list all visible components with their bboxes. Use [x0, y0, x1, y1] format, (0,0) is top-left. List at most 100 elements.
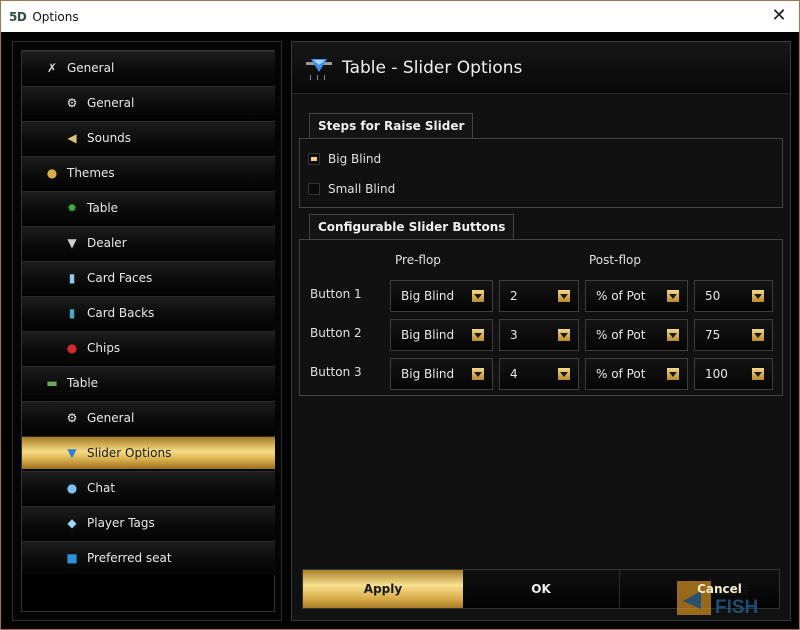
radio-big-blind[interactable]: Big Blind — [308, 152, 381, 166]
radio-indicator[interactable] — [308, 153, 320, 165]
steps-group-box: Big Blind Small Blind — [299, 138, 783, 208]
sidebar-item-card-backs[interactable]: ▮ Card Backs — [22, 296, 275, 330]
sidebar-item-table[interactable]: ✹ Table — [22, 191, 275, 225]
steps-group-title: Steps for Raise Slider — [309, 113, 474, 138]
dropdown-value: 100 — [705, 367, 728, 381]
panel-header: Table - Slider Options — [292, 42, 790, 94]
close-button[interactable]: ✕ — [769, 6, 789, 26]
slider-icon: ▼ — [67, 446, 77, 460]
chevron-down-icon[interactable] — [472, 290, 484, 302]
wrench-screwdriver-icon: ✗ — [46, 61, 58, 75]
chevron-down-icon[interactable] — [752, 329, 764, 341]
palette-icon: ● — [46, 166, 58, 180]
chips-icon: ● — [66, 341, 78, 355]
sidebar-item-chips[interactable]: ● Chips — [22, 331, 275, 365]
preflop-value-dropdown[interactable]: 3 — [499, 319, 579, 351]
postflop-header: Post-flop — [589, 253, 641, 267]
chevron-down-icon[interactable] — [558, 368, 570, 380]
buttons-group-title: Configurable Slider Buttons — [309, 214, 515, 239]
sidebar-item-general[interactable]: ⚙ General — [22, 401, 275, 435]
apply-button[interactable]: Apply — [303, 570, 463, 608]
dropdown-value: Big Blind — [401, 328, 455, 342]
dropdown-value: Big Blind — [401, 289, 455, 303]
sidebar-item-label: General — [87, 411, 135, 425]
tag-icon: ◆ — [67, 516, 77, 530]
dropdown-value: % of Pot — [596, 367, 646, 381]
preflop-header: Pre-flop — [395, 253, 441, 267]
chat-bubble-icon: ● — [66, 481, 78, 495]
chevron-down-icon[interactable] — [752, 368, 764, 380]
sidebar-item-sounds[interactable]: ◀ Sounds — [22, 121, 275, 155]
slider-icon — [306, 58, 332, 80]
chevron-down-icon[interactable] — [558, 329, 570, 341]
sidebar-item-table[interactable]: ▬ Table — [22, 366, 275, 400]
sidebar-item-label: Preferred seat — [87, 551, 172, 565]
postflop-unit-dropdown[interactable]: % of Pot — [585, 280, 688, 312]
chevron-down-icon[interactable] — [667, 368, 679, 380]
sidebar-item-general[interactable]: ✗ General — [22, 51, 275, 85]
sidebar-item-chat[interactable]: ● Chat — [22, 471, 275, 505]
app-logo-icon: 5D — [9, 9, 27, 24]
preflop-unit-dropdown[interactable]: Big Blind — [390, 280, 493, 312]
slider-button-label: Button 3 — [310, 365, 362, 379]
sidebar-item-label: Sounds — [87, 131, 132, 145]
preflop-value-dropdown[interactable]: 2 — [499, 280, 579, 312]
dealer-icon: ▼ — [67, 236, 77, 250]
preflop-value-dropdown[interactable]: 4 — [499, 358, 579, 390]
postflop-value-dropdown[interactable]: 75 — [694, 319, 773, 351]
speaker-icon: ◀ — [67, 131, 77, 145]
sidebar-item-label: Player Tags — [87, 516, 155, 530]
radio-selected-dot — [311, 157, 317, 161]
sidebar-item-player-tags[interactable]: ◆ Player Tags — [22, 506, 275, 540]
card-backs-icon: ▮ — [68, 306, 76, 320]
sidebar-item-general[interactable]: ⚙ General — [22, 86, 275, 120]
chevron-down-icon[interactable] — [472, 329, 484, 341]
sidebar-item-label: Table — [67, 376, 99, 390]
slider-button-label: Button 2 — [310, 326, 362, 340]
chevron-down-icon[interactable] — [472, 368, 484, 380]
dropdown-value: % of Pot — [596, 289, 646, 303]
sidebar-item-label: Slider Options — [87, 446, 172, 460]
dropdown-value: 4 — [510, 367, 518, 381]
sidebar-item-dealer[interactable]: ▼ Dealer — [22, 226, 275, 260]
card-faces-icon: ▮ — [68, 271, 76, 285]
preflop-unit-dropdown[interactable]: Big Blind — [390, 358, 493, 390]
page-title: Table - Slider Options — [342, 57, 523, 78]
postflop-value-dropdown[interactable]: 50 — [694, 280, 773, 312]
gears-icon: ⚙ — [66, 411, 78, 425]
sidebar-item-themes[interactable]: ● Themes — [22, 156, 275, 190]
dropdown-value: 2 — [510, 289, 518, 303]
sidebar-item-label: Chips — [87, 341, 121, 355]
chevron-down-icon[interactable] — [667, 329, 679, 341]
cancel-button[interactable]: Cancel — [620, 570, 779, 608]
table-money-icon: ▬ — [46, 376, 58, 390]
sidebar-item-label: Themes — [67, 166, 115, 180]
window-title: Options — [32, 9, 79, 24]
sidebar-item-card-faces[interactable]: ▮ Card Faces — [22, 261, 275, 295]
dropdown-value: Big Blind — [401, 367, 455, 381]
ok-button[interactable]: OK — [463, 570, 620, 608]
chevron-down-icon[interactable] — [667, 290, 679, 302]
chevron-down-icon[interactable] — [752, 290, 764, 302]
radio-label: Small Blind — [328, 182, 396, 196]
dropdown-value: 50 — [705, 289, 721, 303]
seat-icon: ■ — [66, 551, 78, 565]
postflop-value-dropdown[interactable]: 100 — [694, 358, 773, 390]
sidebar-item-label: Chat — [87, 481, 116, 495]
title-bar: 5D Options ✕ — [1, 1, 799, 32]
sidebar-item-label: Dealer — [87, 236, 127, 250]
sidebar-item-preferred-seat[interactable]: ■ Preferred seat — [22, 541, 275, 575]
action-bar: Apply OK Cancel — [302, 569, 780, 609]
postflop-unit-dropdown[interactable]: % of Pot — [585, 358, 688, 390]
radio-indicator[interactable] — [308, 183, 320, 195]
sidebar-frame: ✗ General ⚙ General ◀ Sounds ● Themes ✹ Table ▼ Dea… — [12, 41, 282, 621]
table-felt-icon: ✹ — [66, 201, 78, 215]
sidebar-nav: ✗ General ⚙ General ◀ Sounds ● Themes ✹ Table ▼ Dea… — [21, 50, 275, 612]
postflop-unit-dropdown[interactable]: % of Pot — [585, 319, 688, 351]
sidebar-item-label: Table — [87, 201, 119, 215]
cancel-label: Cancel — [697, 582, 742, 596]
chevron-down-icon[interactable] — [558, 290, 570, 302]
preflop-unit-dropdown[interactable]: Big Blind — [390, 319, 493, 351]
sidebar-item-slider-options[interactable]: ▼ Slider Options — [22, 436, 275, 470]
radio-small-blind[interactable]: Small Blind — [308, 182, 395, 196]
